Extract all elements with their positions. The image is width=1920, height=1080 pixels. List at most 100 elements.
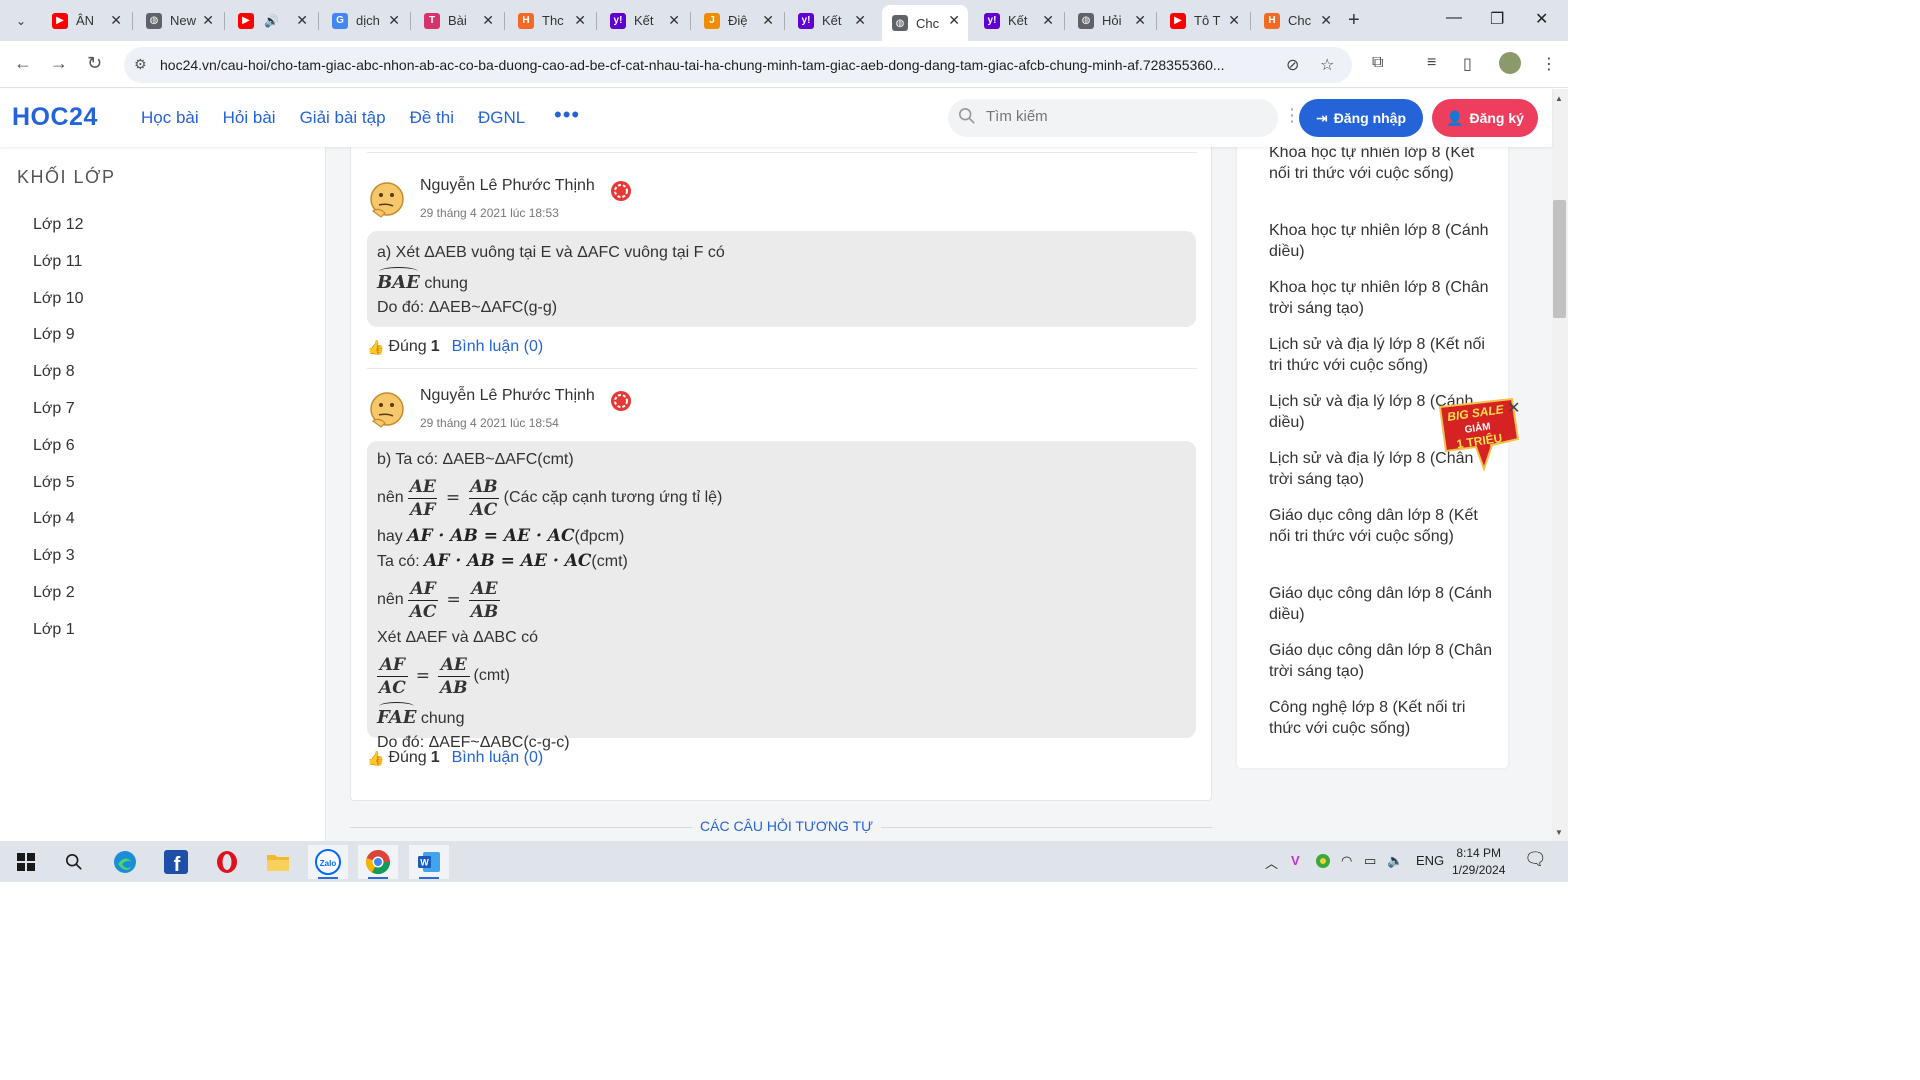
taskbar-word[interactable]: W xyxy=(409,845,449,879)
start-button[interactable] xyxy=(6,845,46,879)
comment-link[interactable]: Bình luận (0) xyxy=(452,338,544,356)
subject-link[interactable]: Giáo dục công dân lớp 8 (Chân trời sáng … xyxy=(1269,641,1494,682)
browser-tab[interactable]: y! Kết ✕ xyxy=(600,5,688,36)
browser-tab[interactable]: T Bài ✕ xyxy=(414,5,502,36)
eye-off-icon[interactable]: ⊘ xyxy=(1286,55,1299,75)
nav-hoi-bai[interactable]: Hỏi bài xyxy=(223,108,276,128)
browser-tab[interactable]: ◍ Hỏi ✕ xyxy=(1068,5,1154,36)
nav-hoc-bai[interactable]: Học bài xyxy=(141,108,199,128)
browser-tab[interactable]: Gdịch ✕ xyxy=(322,5,408,36)
sidebar-grade-item[interactable]: Lớp 8 xyxy=(33,363,75,381)
v-app-tray-icon[interactable]: V xyxy=(1291,853,1300,868)
close-tab-icon[interactable]: ✕ xyxy=(296,12,308,29)
browser-tab[interactable]: ◍ New ✕ xyxy=(136,5,222,36)
language-indicator[interactable]: ENG xyxy=(1416,853,1444,868)
tab-search-button[interactable]: ⌄ xyxy=(8,8,34,34)
taskbar-chrome[interactable] xyxy=(358,845,398,879)
taskbar-zalo[interactable]: Zalo xyxy=(308,845,348,879)
sidebar-grade-item[interactable]: Lớp 11 xyxy=(33,253,82,271)
close-tab-icon[interactable]: ✕ xyxy=(202,12,214,29)
taskbar-opera[interactable] xyxy=(207,845,247,879)
close-tab-icon[interactable]: ✕ xyxy=(1042,12,1054,29)
taskbar-edge[interactable] xyxy=(105,845,145,879)
wifi-icon[interactable]: ◠ xyxy=(1341,853,1352,869)
subject-link[interactable]: Giáo dục công dân lớp 8 (Cánh diều) xyxy=(1269,584,1494,625)
site-info-icon[interactable]: ⚙ xyxy=(134,56,147,73)
close-tab-icon[interactable]: ✕ xyxy=(668,12,680,29)
maximize-button[interactable]: ❐ xyxy=(1490,9,1504,29)
new-tab-button[interactable]: + xyxy=(1348,9,1360,32)
close-tab-icon[interactable]: ✕ xyxy=(948,12,960,29)
green-app-tray-icon[interactable] xyxy=(1315,853,1331,872)
back-button[interactable]: ← xyxy=(14,53,32,74)
sidebar-grade-item[interactable]: Lớp 9 xyxy=(33,326,75,344)
taskbar-file-explorer[interactable] xyxy=(258,845,298,879)
notification-icon[interactable]: 🗨 xyxy=(1524,849,1547,870)
browser-menu-icon[interactable]: ⋮ xyxy=(1541,54,1557,74)
subject-link[interactable]: Khoa học tự nhiên lớp 8 (Cánh diều) xyxy=(1269,221,1494,262)
close-window-button[interactable]: ✕ xyxy=(1535,9,1548,29)
subject-link[interactable]: Khoa học tự nhiên lớp 8 (Chân trời sáng … xyxy=(1269,278,1494,319)
speaker-icon[interactable]: 🔊 xyxy=(264,14,279,28)
close-tab-icon[interactable]: ✕ xyxy=(1320,12,1332,29)
close-tab-icon[interactable]: ✕ xyxy=(110,12,122,29)
site-logo[interactable]: HOC24 xyxy=(12,103,98,132)
browser-tab[interactable]: H Thc ✕ xyxy=(508,5,594,36)
login-button[interactable]: ⇥ Đăng nhập xyxy=(1299,99,1423,137)
sidebar-grade-item[interactable]: Lớp 10 xyxy=(33,290,84,308)
thinking-face-avatar[interactable] xyxy=(367,181,407,221)
subject-link[interactable]: Công nghệ lớp 8 (Kết nối tri thức với cu… xyxy=(1269,698,1494,739)
close-tab-icon[interactable]: ✕ xyxy=(388,12,400,29)
minimize-button[interactable]: — xyxy=(1446,9,1462,27)
scrollbar-thumb[interactable] xyxy=(1553,200,1566,318)
nav-giai-bai-tap[interactable]: Giải bài tập xyxy=(300,108,386,128)
subject-link[interactable]: Giáo dục công dân lớp 8 (Kết nối tri thứ… xyxy=(1269,506,1494,547)
answer-author[interactable]: Nguyễn Lê Phước Thịnh xyxy=(420,387,595,405)
forward-button[interactable]: → xyxy=(50,53,68,74)
taskbar-facebook[interactable]: f xyxy=(156,845,196,879)
show-hidden-icons-chevron-icon[interactable]: ︿ xyxy=(1265,853,1278,872)
nav-de-thi[interactable]: Đề thi xyxy=(410,108,454,128)
close-tab-icon[interactable]: ✕ xyxy=(1134,12,1146,29)
subject-link[interactable]: Lịch sử và địa lý lớp 8 (Kết nối tri thứ… xyxy=(1269,335,1494,376)
comment-link[interactable]: Bình luận (0) xyxy=(452,749,544,767)
extensions-icon[interactable]: ⧉ xyxy=(1372,54,1383,72)
sidebar-grade-item[interactable]: Lớp 2 xyxy=(33,584,75,602)
sidebar-grade-item[interactable]: Lớp 1 xyxy=(33,621,75,639)
thumbs-up-icon[interactable]: 👍 xyxy=(367,750,384,767)
close-tab-icon[interactable]: ✕ xyxy=(854,12,866,29)
more-menu-button[interactable]: ••• xyxy=(554,102,580,128)
sidebar-grade-item[interactable]: Lớp 5 xyxy=(33,474,75,492)
media-control-icon[interactable]: ≡ xyxy=(1427,54,1436,72)
browser-tab[interactable]: ▶ 🔊 ✕ xyxy=(228,5,316,36)
profile-avatar[interactable] xyxy=(1499,52,1521,74)
battery-icon[interactable]: ▭ xyxy=(1364,853,1376,869)
answer-author[interactable]: Nguyễn Lê Phước Thịnh xyxy=(420,177,595,195)
thinking-face-avatar[interactable] xyxy=(367,391,407,431)
search-input[interactable] xyxy=(986,108,1266,125)
scroll-up-arrow-icon[interactable]: ▲ xyxy=(1555,94,1563,103)
browser-tab[interactable]: J Điệ ✕ xyxy=(694,5,782,36)
taskbar-search-button[interactable] xyxy=(54,845,94,879)
browser-tab[interactable]: ◍ Chc ✕ xyxy=(882,5,968,41)
browser-tab[interactable]: y! Kết ✕ xyxy=(974,5,1062,36)
thumbs-up-icon[interactable]: 👍 xyxy=(367,339,384,356)
browser-tab[interactable]: ▶ ÂN ✕ xyxy=(42,5,130,36)
subject-link[interactable]: Khoa học tự nhiên lớp 8 (Kết nối tri thứ… xyxy=(1269,147,1494,184)
like-button[interactable]: Đúng 1 xyxy=(388,749,439,767)
close-tab-icon[interactable]: ✕ xyxy=(482,12,494,29)
bookmark-star-icon[interactable]: ☆ xyxy=(1320,55,1334,75)
url-text[interactable]: hoc24.vn/cau-hoi/cho-tam-giac-abc-nhon-a… xyxy=(160,57,1280,73)
close-tab-icon[interactable]: ✕ xyxy=(1228,12,1240,29)
browser-tab[interactable]: ▶ Tô T ✕ xyxy=(1160,5,1248,36)
scroll-down-arrow-icon[interactable]: ▼ xyxy=(1555,828,1563,837)
browser-tab[interactable]: y! Kết ✕ xyxy=(788,5,874,36)
omnibox[interactable]: ⚙ hoc24.vn/cau-hoi/cho-tam-giac-abc-nhon… xyxy=(124,47,1352,83)
sidebar-grade-item[interactable]: Lớp 4 xyxy=(33,510,75,528)
nav-dgnl[interactable]: ĐGNL xyxy=(478,108,525,128)
reload-button[interactable]: ↻ xyxy=(87,53,102,74)
register-button[interactable]: 👤 Đăng ký xyxy=(1432,99,1538,137)
search-box[interactable] xyxy=(948,99,1278,137)
side-panel-icon[interactable]: ▯ xyxy=(1463,54,1472,74)
sidebar-grade-item[interactable]: Lớp 6 xyxy=(33,437,75,455)
